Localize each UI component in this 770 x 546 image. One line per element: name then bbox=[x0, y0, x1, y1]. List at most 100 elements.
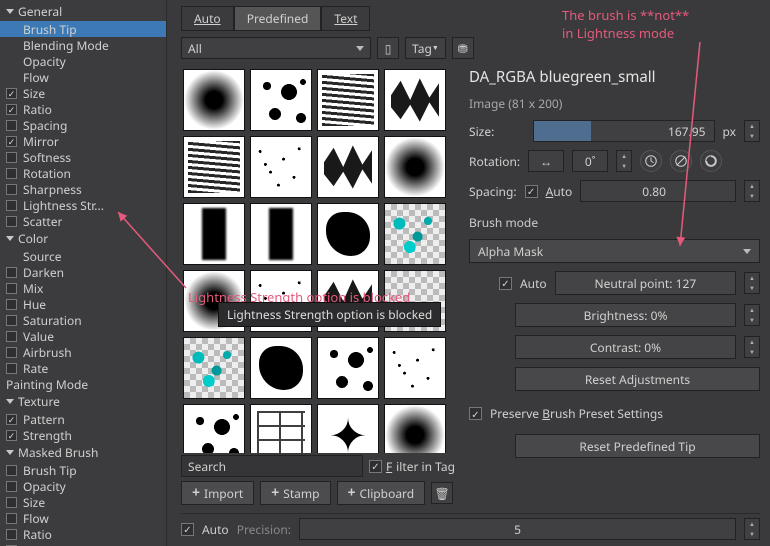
sidebar-item[interactable]: Softness bbox=[0, 149, 166, 165]
checkbox-icon[interactable] bbox=[6, 120, 17, 131]
checkbox-icon[interactable] bbox=[6, 299, 17, 310]
contrast-stepper[interactable]: ▲▼ bbox=[744, 336, 760, 358]
sidebar-item[interactable]: Hue bbox=[0, 296, 166, 312]
tab-predefined[interactable]: Predefined bbox=[234, 6, 322, 31]
sidebar-item[interactable]: Value bbox=[0, 328, 166, 344]
checkbox-icon[interactable] bbox=[6, 283, 17, 294]
rotation-reset-icon[interactable] bbox=[700, 150, 722, 172]
brush-thumb[interactable] bbox=[183, 337, 245, 399]
brush-mode-combo[interactable]: Alpha Mask bbox=[469, 239, 760, 263]
precision-stepper[interactable]: ▲▼ bbox=[744, 518, 760, 540]
brightness-stepper[interactable]: ▲▼ bbox=[744, 304, 760, 326]
stamp-button[interactable]: +Stamp bbox=[260, 481, 330, 505]
sidebar-group-header[interactable]: Masked Brush bbox=[0, 443, 166, 462]
checkbox-icon[interactable] bbox=[6, 152, 17, 163]
brush-thumb[interactable] bbox=[250, 203, 312, 265]
precision-slider[interactable]: 5 bbox=[299, 518, 736, 540]
rotation-stepper[interactable]: ▲▼ bbox=[616, 150, 632, 172]
checkbox-icon[interactable] bbox=[6, 184, 17, 195]
tag-button[interactable]: Tag ▼ bbox=[405, 37, 446, 59]
sidebar-item[interactable]: Darken bbox=[0, 264, 166, 280]
checkbox-icon[interactable] bbox=[6, 331, 17, 342]
spacing-auto-checkbox[interactable]: ✓ bbox=[525, 185, 538, 198]
neutral-auto-checkbox[interactable]: ✓ bbox=[499, 277, 512, 290]
sidebar-item[interactable]: Source bbox=[0, 248, 166, 264]
checkbox-icon[interactable] bbox=[6, 497, 17, 508]
checkbox-icon[interactable]: ✓ bbox=[6, 414, 17, 425]
sidebar-item[interactable]: Spacing bbox=[0, 117, 166, 133]
brush-thumb[interactable] bbox=[384, 337, 446, 399]
sidebar-plain-header[interactable]: Painting Mode bbox=[0, 376, 166, 392]
sidebar-item[interactable]: ✓Pattern bbox=[0, 411, 166, 427]
sidebar-item[interactable]: Scatter bbox=[0, 213, 166, 229]
checkbox-icon[interactable]: ✓ bbox=[6, 430, 17, 441]
sidebar-item[interactable]: Mix bbox=[0, 280, 166, 296]
delete-icon[interactable]: 🗑 bbox=[431, 482, 453, 504]
sidebar-item[interactable]: Opacity bbox=[0, 478, 166, 494]
brush-thumb[interactable] bbox=[183, 404, 245, 453]
brush-thumb[interactable] bbox=[384, 136, 446, 198]
sidebar-item[interactable]: ✓Strength bbox=[0, 427, 166, 443]
sidebar-item[interactable]: Saturation bbox=[0, 312, 166, 328]
checkbox-icon[interactable] bbox=[6, 465, 17, 476]
sidebar-item[interactable]: Flow bbox=[0, 69, 166, 85]
rotation-value[interactable]: 0˚ bbox=[572, 150, 608, 172]
sidebar-item[interactable]: ✓Mirror bbox=[0, 133, 166, 149]
brush-thumb-grid[interactable] bbox=[181, 65, 455, 453]
size-slider[interactable]: 167.95 bbox=[533, 120, 715, 142]
checkbox-icon[interactable]: ✓ bbox=[6, 136, 17, 147]
preserve-settings-checkbox[interactable]: ✓ bbox=[469, 407, 482, 420]
tag-filter-combo[interactable]: All bbox=[181, 37, 371, 59]
sidebar-item[interactable]: ✓Ratio bbox=[0, 101, 166, 117]
storage-icon[interactable]: ⛃ bbox=[452, 37, 474, 59]
checkbox-icon[interactable] bbox=[6, 513, 17, 524]
brush-thumb[interactable] bbox=[250, 337, 312, 399]
sidebar-item[interactable]: Lightness Str... bbox=[0, 197, 166, 213]
rotation-arrows-icon[interactable]: ↔ bbox=[528, 150, 564, 172]
checkbox-icon[interactable] bbox=[6, 481, 17, 492]
reset-adjustments-button[interactable]: Reset Adjustments bbox=[515, 367, 760, 391]
sidebar-item[interactable]: Flow bbox=[0, 510, 166, 526]
sidebar-item[interactable]: Rotation bbox=[0, 165, 166, 181]
search-input[interactable]: Search bbox=[181, 455, 363, 477]
rotation-clock-icon[interactable] bbox=[640, 150, 662, 172]
tab-text[interactable]: Text bbox=[321, 6, 370, 31]
checkbox-icon[interactable] bbox=[6, 363, 17, 374]
spacing-slider[interactable]: 0.80 bbox=[580, 180, 736, 202]
reset-predefined-tip-button[interactable]: Reset Predefined Tip bbox=[515, 434, 760, 458]
brush-thumb[interactable] bbox=[183, 136, 245, 198]
sidebar-item[interactable]: Blending Mode bbox=[0, 37, 166, 53]
brush-thumb[interactable] bbox=[384, 69, 446, 131]
checkbox-icon[interactable] bbox=[6, 315, 17, 326]
sidebar-item[interactable]: ✓Size bbox=[0, 85, 166, 101]
sidebar-item[interactable]: Opacity bbox=[0, 53, 166, 69]
brush-thumb[interactable] bbox=[183, 69, 245, 131]
brush-thumb[interactable] bbox=[317, 203, 379, 265]
sidebar-item[interactable]: Brush Tip bbox=[0, 21, 166, 37]
brush-thumb[interactable] bbox=[183, 203, 245, 265]
import-button[interactable]: +Import bbox=[181, 481, 254, 505]
checkbox-icon[interactable] bbox=[6, 267, 17, 278]
precision-auto-checkbox[interactable]: ✓ bbox=[181, 523, 194, 536]
sidebar-item[interactable]: Airbrush bbox=[0, 344, 166, 360]
sidebar-item[interactable]: Brush Tip bbox=[0, 462, 166, 478]
brush-thumb[interactable] bbox=[384, 203, 446, 265]
save-bookmark-icon[interactable]: ▯ bbox=[377, 37, 399, 59]
neutral-stepper[interactable]: ▲▼ bbox=[744, 272, 760, 294]
spacing-stepper[interactable]: ▲▼ bbox=[744, 180, 760, 202]
brush-thumb[interactable] bbox=[250, 404, 312, 453]
checkbox-icon[interactable] bbox=[6, 529, 17, 540]
checkbox-icon[interactable] bbox=[6, 168, 17, 179]
size-stepper[interactable]: ▲▼ bbox=[744, 120, 760, 142]
brush-thumb[interactable] bbox=[317, 136, 379, 198]
checkbox-icon[interactable] bbox=[6, 216, 17, 227]
sidebar-group-header[interactable]: Color bbox=[0, 229, 166, 248]
sidebar-group-header[interactable]: Texture bbox=[0, 392, 166, 411]
brush-thumb[interactable] bbox=[250, 136, 312, 198]
brush-thumb[interactable] bbox=[317, 69, 379, 131]
sidebar-item[interactable]: Rate bbox=[0, 360, 166, 376]
sidebar-item[interactable]: Rotation bbox=[0, 542, 166, 546]
checkbox-icon[interactable]: ✓ bbox=[6, 104, 17, 115]
tab-auto[interactable]: Auto bbox=[181, 6, 234, 31]
checkbox-icon[interactable]: ✓ bbox=[6, 88, 17, 99]
